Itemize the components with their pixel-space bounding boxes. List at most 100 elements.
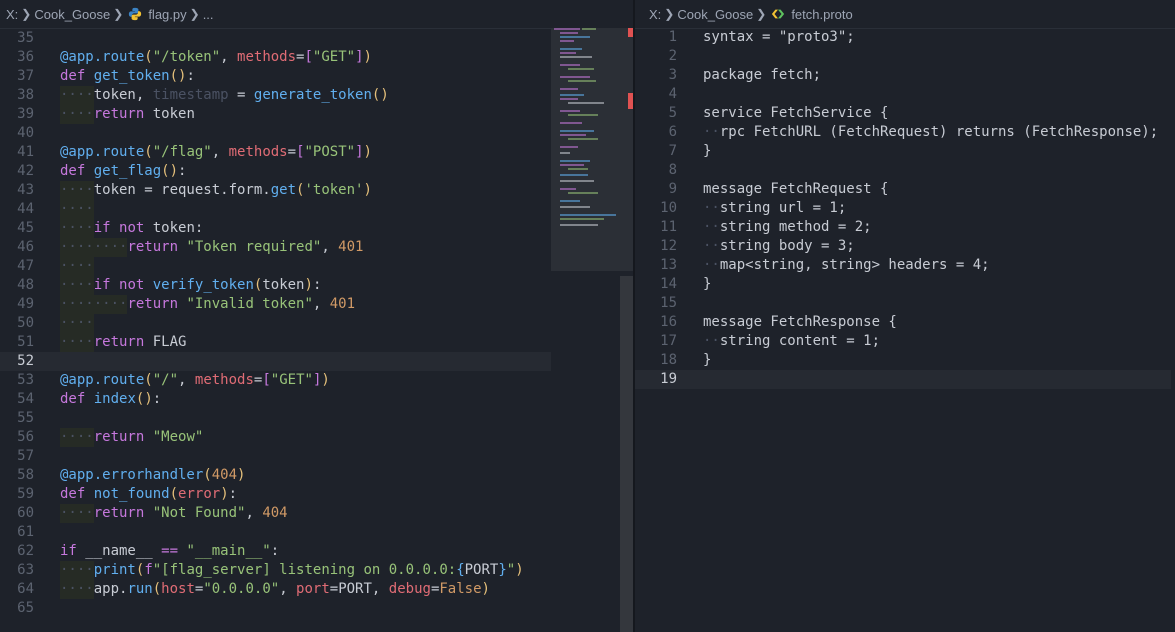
code-line[interactable]: 12 ··string body = 3; (635, 237, 1171, 256)
code-line[interactable]: 9 message FetchRequest { (635, 180, 1171, 199)
code-line[interactable]: 48 ····if not verify_token(token): (0, 276, 551, 295)
code-text[interactable]: package fetch; (703, 66, 821, 85)
code-text[interactable]: @app.errorhandler(404) (60, 466, 245, 485)
code-line[interactable]: 39 ····return token (0, 105, 551, 124)
code-text[interactable]: ········return "Invalid token", 401 (60, 295, 355, 314)
code-line[interactable]: 41 @app.route("/flag", methods=["POST"]) (0, 143, 551, 162)
code-line[interactable]: 5 service FetchService { (635, 104, 1171, 123)
breadcrumb-symbol[interactable]: ... (203, 7, 214, 22)
code-text[interactable]: ····if not token: (60, 219, 203, 238)
code-line[interactable]: 1 syntax = "proto3"; (635, 28, 1171, 47)
code-line[interactable]: 2 (635, 47, 1171, 66)
code-text[interactable]: ········return "Token required", 401 (60, 238, 363, 257)
code-text[interactable]: ···· (60, 200, 94, 219)
code-line[interactable]: 46 ········return "Token required", 401 (0, 238, 551, 257)
code-line[interactable]: 17 ··string content = 1; (635, 332, 1171, 351)
code-text[interactable]: ····print(f"[flag_server] listening on 0… (60, 561, 524, 580)
code-line[interactable]: 53 @app.route("/", methods=["GET"]) (0, 371, 551, 390)
code-line[interactable]: 51 ····return FLAG (0, 333, 551, 352)
code-text[interactable]: ··rpc FetchURL (FetchRequest) returns (F… (703, 123, 1158, 142)
code-line[interactable]: 61 (0, 523, 551, 542)
code-line[interactable]: 52 (0, 352, 551, 371)
code-line[interactable]: 35 (0, 29, 551, 48)
code-text[interactable]: def get_flag(): (60, 162, 186, 181)
code-text[interactable]: @app.route("/flag", methods=["POST"]) (60, 143, 372, 162)
code-line[interactable]: 4 (635, 85, 1171, 104)
editor-pane-flag-py[interactable]: X: ❯ Cook_Goose ❯ flag.py ❯ ... 35 36 @app… (0, 0, 633, 632)
code-text[interactable]: syntax = "proto3"; (703, 28, 855, 47)
code-line[interactable]: 62 if __name__ == "__main__": (0, 542, 551, 561)
code-editor[interactable]: 35 36 @app.route("/token", methods=["GET"]… (0, 28, 633, 632)
code-line[interactable]: 60 ····return "Not Found", 404 (0, 504, 551, 523)
code-line[interactable]: 40 (0, 124, 551, 143)
vertical-scrollbar[interactable] (620, 276, 633, 632)
code-line[interactable]: 55 (0, 409, 551, 428)
code-line[interactable]: 11 ··string method = 2; (635, 218, 1171, 237)
code-text[interactable]: if __name__ == "__main__": (60, 542, 279, 561)
code-line[interactable]: 16 message FetchResponse { (635, 313, 1171, 332)
code-text[interactable]: ···· (60, 314, 94, 333)
code-line[interactable]: 44 ···· (0, 200, 551, 219)
breadcrumb-drive[interactable]: X: (6, 7, 18, 22)
code-text[interactable]: ····return FLAG (60, 333, 186, 352)
code-text[interactable]: } (703, 142, 711, 161)
code-text[interactable]: ··string method = 2; (703, 218, 872, 237)
code-line[interactable]: 38 ····token, timestamp = generate_token(… (0, 86, 551, 105)
code-text[interactable]: ····token, timestamp = generate_token() (60, 86, 389, 105)
breadcrumb-drive[interactable]: X: (649, 7, 661, 22)
code-line[interactable]: 50 ···· (0, 314, 551, 333)
code-line[interactable]: 63 ····print(f"[flag_server] listening on… (0, 561, 551, 580)
breadcrumb-folder[interactable]: Cook_Goose (34, 7, 110, 22)
code-text[interactable]: ····app.run(host="0.0.0.0", port=PORT, d… (60, 580, 490, 599)
code-text[interactable]: ····token = request.form.get('token') (60, 181, 372, 200)
breadcrumb-file[interactable]: flag.py (148, 7, 186, 22)
code-text[interactable]: ···· (60, 257, 94, 276)
code-line[interactable]: 42 def get_flag(): (0, 162, 551, 181)
code-line[interactable]: 3 package fetch; (635, 66, 1171, 85)
code-line[interactable]: 18} (635, 351, 1171, 370)
code-text[interactable]: ··map<string, string> headers = 4; (703, 256, 990, 275)
code-text[interactable]: ··string url = 1; (703, 199, 846, 218)
code-line[interactable]: 65 (0, 599, 551, 618)
code-text[interactable]: message FetchRequest { (703, 180, 888, 199)
code-text[interactable]: ····return "Meow" (60, 428, 203, 447)
code-line[interactable]: 14} (635, 275, 1171, 294)
code-text[interactable]: ··string body = 3; (703, 237, 855, 256)
breadcrumb-folder[interactable]: Cook_Goose (677, 7, 753, 22)
code-text[interactable]: ··string content = 1; (703, 332, 880, 351)
code-line[interactable]: 57 (0, 447, 551, 466)
code-line[interactable]: 15 (635, 294, 1171, 313)
editor-pane-fetch-proto[interactable]: X: ❯ Cook_Goose ❯ fetch.proto 1 syntax = … (635, 0, 1175, 632)
code-text[interactable]: @app.route("/token", methods=["GET"]) (60, 48, 372, 67)
code-text[interactable]: ····return token (60, 105, 195, 124)
code-text[interactable]: service FetchService { (703, 104, 888, 123)
code-line[interactable]: 59 def not_found(error): (0, 485, 551, 504)
code-text[interactable]: } (703, 275, 711, 294)
code-text[interactable]: ····if not verify_token(token): (60, 276, 321, 295)
code-text[interactable]: message FetchResponse { (703, 313, 897, 332)
code-text[interactable]: @app.route("/", methods=["GET"]) (60, 371, 330, 390)
breadcrumb-file[interactable]: fetch.proto (791, 7, 852, 22)
code-line[interactable]: 64 ····app.run(host="0.0.0.0", port=PORT,… (0, 580, 551, 599)
code-text[interactable]: def not_found(error): (60, 485, 237, 504)
code-line[interactable]: 13 ··map<string, string> headers = 4; (635, 256, 1171, 275)
code-line[interactable]: 19 (635, 370, 1171, 389)
code-line[interactable]: 7} (635, 142, 1171, 161)
code-line[interactable]: 58 @app.errorhandler(404) (0, 466, 551, 485)
code-line[interactable]: 36 @app.route("/token", methods=["GET"]) (0, 48, 551, 67)
code-text[interactable]: def get_token(): (60, 67, 195, 86)
code-line[interactable]: 43 ····token = request.form.get('token') (0, 181, 551, 200)
code-line[interactable]: 8 (635, 161, 1171, 180)
code-line[interactable]: 54 def index(): (0, 390, 551, 409)
code-text[interactable]: ····return "Not Found", 404 (60, 504, 288, 523)
code-editor[interactable]: 1 syntax = "proto3"; 2 3 package fetch; 4 5 ser… (635, 28, 1175, 632)
code-line[interactable]: 10 ··string url = 1; (635, 199, 1171, 218)
code-line[interactable]: 56 ····return "Meow" (0, 428, 551, 447)
code-line[interactable]: 47 ···· (0, 257, 551, 276)
code-text[interactable]: } (703, 351, 711, 370)
code-line[interactable]: 45 ····if not token: (0, 219, 551, 238)
code-line[interactable]: 6 ··rpc FetchURL (FetchRequest) returns (… (635, 123, 1171, 142)
code-text[interactable]: def index(): (60, 390, 161, 409)
code-line[interactable]: 37 def get_token(): (0, 67, 551, 86)
code-line[interactable]: 49 ········return "Invalid token", 401 (0, 295, 551, 314)
